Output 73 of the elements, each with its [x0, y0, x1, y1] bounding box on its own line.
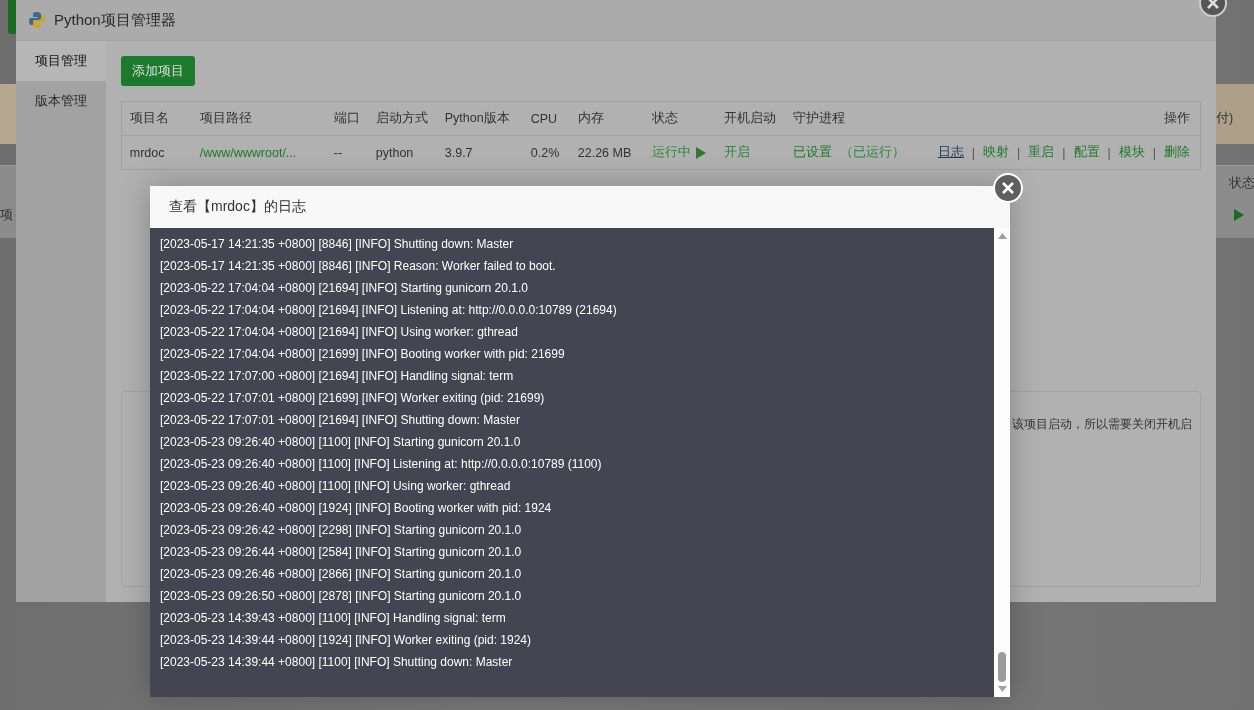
- log-line: [2023-05-23 09:26:40 +0800] [1100] [INFO] Listening at: http://0.0.0.0:10789 (1100): [160, 456, 603, 473]
- table-cell: --: [333, 145, 343, 160]
- notice-text: 该项目启动，所以需要关闭开机启: [1012, 416, 1192, 433]
- column-header: 操作: [1163, 110, 1190, 127]
- autostart-link[interactable]: 开启: [723, 144, 750, 161]
- log-line: [2023-05-23 14:39:44 +0800] [1100] [INFO] Shutting down: Master: [160, 654, 514, 671]
- action-link[interactable]: 模块: [1118, 144, 1145, 161]
- table-cell: python: [375, 145, 414, 160]
- log-line: [2023-05-17 14:21:35 +0800] [8846] [INFO] Reason: Worker failed to boot.: [160, 258, 557, 275]
- column-header: CPU: [530, 111, 559, 126]
- column-header: 开机启动: [723, 110, 777, 127]
- play-icon: [1234, 209, 1244, 221]
- table-cell: 22.26 MB: [577, 145, 632, 160]
- close-icon: [1002, 182, 1014, 194]
- banner-background: [0, 84, 16, 144]
- close-icon: [1207, 0, 1219, 9]
- separator: |: [1017, 145, 1021, 160]
- scrollbar[interactable]: [994, 228, 1010, 697]
- log-line: [2023-05-23 14:39:43 +0800] [1100] [INFO] Handling signal: term: [160, 610, 507, 627]
- log-line: [2023-05-23 09:26:40 +0800] [1100] [INFO] Using worker: gthread: [160, 478, 512, 495]
- log-line: [2023-05-22 17:07:01 +0800] [21699] [INFO] Worker exiting (pid: 21699): [160, 390, 546, 407]
- table-cell: 0.2%: [530, 145, 560, 160]
- column-header: 启动方式: [375, 110, 429, 127]
- sidebar-item[interactable]: 项目管理: [16, 41, 106, 81]
- action-link[interactable]: 映射: [983, 144, 1009, 161]
- scroll-up-icon: [997, 233, 1007, 239]
- log-line: [2023-05-23 09:26:50 +0800] [2878] [INFO] Starting gunicorn 20.1.0: [160, 588, 523, 605]
- log-line: [2023-05-22 17:04:04 +0800] [21694] [INFO] Using worker: gthread: [160, 324, 519, 341]
- action-link[interactable]: 日志: [937, 144, 964, 161]
- background-text: 状态: [1229, 175, 1254, 192]
- action-link[interactable]: 删除: [1164, 144, 1190, 161]
- daemon-state: （已运行）: [839, 144, 905, 161]
- sidebar-item[interactable]: 版本管理: [16, 81, 106, 121]
- log-line: [2023-05-22 17:07:00 +0800] [21694] [INFO] Handling signal: term: [160, 368, 515, 385]
- separator: |: [971, 145, 975, 160]
- column-header: 状态: [651, 110, 679, 127]
- background-text: 付): [1216, 110, 1234, 127]
- separator: |: [1152, 145, 1156, 160]
- log-line: [2023-05-23 14:39:44 +0800] [1924] [INFO] Worker exiting (pid: 1924): [160, 632, 532, 649]
- separator: |: [1062, 145, 1066, 160]
- log-line: [2023-05-23 09:26:40 +0800] [1924] [INFO] Booting worker with pid: 1924: [160, 500, 553, 517]
- log-line: [2023-05-22 17:04:04 +0800] [21694] [INFO] Listening at: http://0.0.0.0:10789 (21694): [160, 302, 618, 319]
- column-header: 内存: [577, 110, 605, 127]
- column-header: 项目路径: [199, 110, 253, 127]
- column-header: 端口: [333, 110, 361, 127]
- banner-background: [1216, 84, 1254, 144]
- column-header: 项目名: [129, 110, 170, 127]
- status-text[interactable]: 运行中: [651, 144, 691, 161]
- log-line: [2023-05-22 17:04:04 +0800] [21694] [INFO] Starting gunicorn 20.1.0: [160, 280, 529, 297]
- add-project-button[interactable]: 添加项目: [120, 56, 195, 86]
- column-header: Python版本: [444, 110, 511, 127]
- table-cell: mrdoc: [129, 145, 165, 160]
- play-icon: [695, 146, 706, 159]
- log-line: [2023-05-23 09:26:44 +0800] [2584] [INFO] Starting gunicorn 20.1.0: [160, 544, 523, 561]
- scrollbar-thumb[interactable]: [998, 652, 1006, 682]
- log-line: [2023-05-23 09:26:40 +0800] [1100] [INFO] Starting gunicorn 20.1.0: [160, 434, 522, 451]
- action-link[interactable]: 配置: [1073, 144, 1100, 161]
- dialog-title: 查看【mrdoc】的日志: [169, 198, 306, 216]
- separator: |: [1107, 145, 1111, 160]
- python-logo-icon: [28, 11, 46, 29]
- scroll-down-icon: [997, 686, 1007, 692]
- window-title: Python项目管理器: [54, 10, 176, 30]
- action-link[interactable]: 重启: [1028, 144, 1055, 161]
- table-cell: 3.9.7: [444, 145, 473, 160]
- path-link[interactable]: /www/wwwroot/...: [199, 145, 297, 160]
- background-text: 项: [0, 207, 13, 224]
- log-line: [2023-05-22 17:04:04 +0800] [21699] [INFO] Booting worker with pid: 21699: [160, 346, 566, 363]
- log-line: [2023-05-17 14:21:35 +0800] [8846] [INFO] Shutting down: Master: [160, 236, 515, 253]
- column-header: 守护进程: [792, 110, 846, 127]
- daemon-link[interactable]: 已设置: [792, 144, 832, 161]
- log-line: [2023-05-23 09:26:46 +0800] [2866] [INFO] Starting gunicorn 20.1.0: [160, 566, 523, 583]
- log-line: [2023-05-22 17:07:01 +0800] [21694] [INFO] Shutting down: Master: [160, 412, 521, 429]
- log-line: [2023-05-23 09:26:42 +0800] [2298] [INFO] Starting gunicorn 20.1.0: [160, 522, 523, 539]
